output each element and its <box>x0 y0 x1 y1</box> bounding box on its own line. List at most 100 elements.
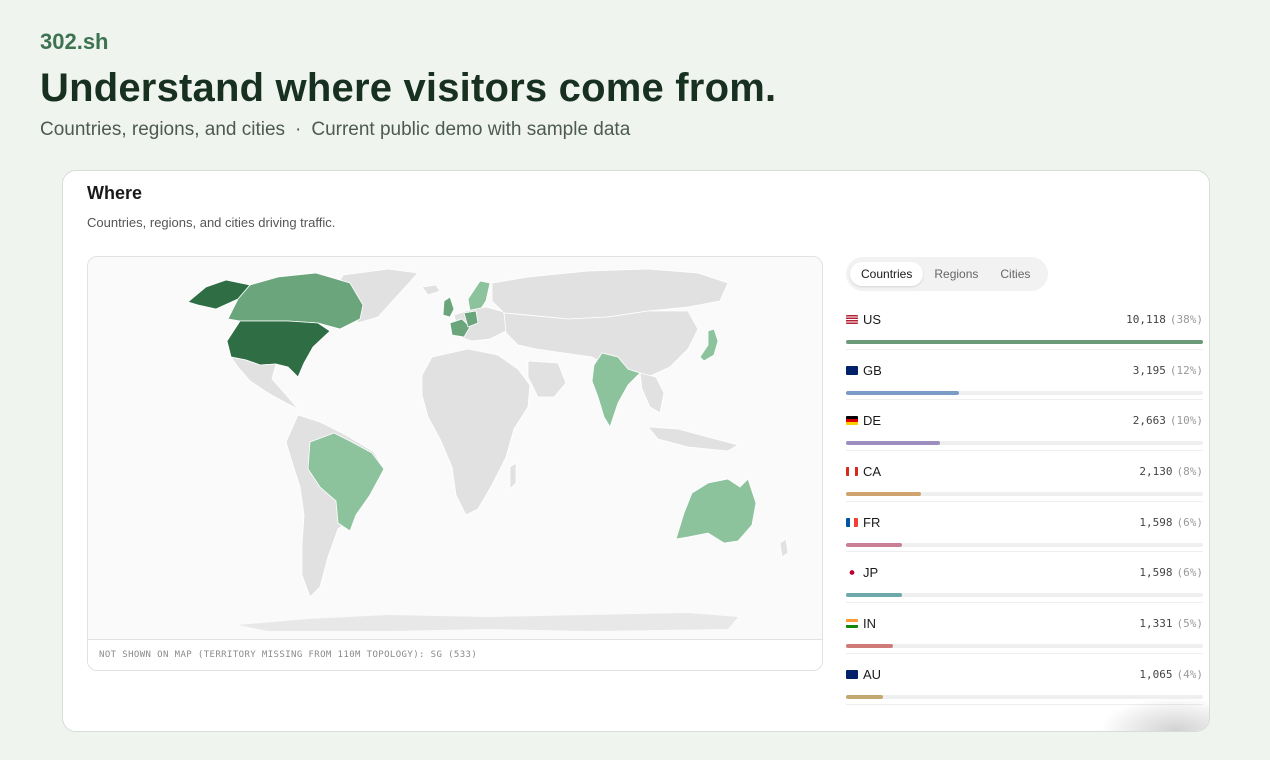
visit-percent: (12%) <box>1169 363 1203 377</box>
country-visits: 3,195 (12%) <box>1133 364 1203 377</box>
visit-percent: (5%) <box>1176 617 1204 631</box>
flag-de-icon <box>846 416 858 426</box>
country-label: JP <box>846 565 878 580</box>
share-bar-fill <box>846 390 959 395</box>
country-visits: 2,663 (10%) <box>1133 414 1203 427</box>
share-bar-track <box>846 492 1203 497</box>
flag-jp-icon <box>846 568 858 578</box>
share-bar-fill <box>846 593 903 598</box>
world-map: NOT SHOWN ON MAP (TERRITORY MISSING FROM… <box>87 256 823 671</box>
tab-countries[interactable]: Countries <box>850 262 924 286</box>
map-australia[interactable] <box>675 478 757 544</box>
share-bar-fill <box>846 644 894 649</box>
map-new-zealand[interactable] <box>779 538 789 558</box>
visit-count: 1,598 <box>1139 566 1173 580</box>
page-title: Understand where visitors come from. <box>40 66 777 110</box>
country-label: DE <box>846 413 881 428</box>
share-bar-track <box>846 340 1203 344</box>
share-bar-fill <box>846 694 884 699</box>
country-row[interactable]: US 10,118 (38%) <box>846 299 1203 350</box>
tab-cities[interactable]: Cities <box>989 262 1041 286</box>
page-subtitle: Countries, regions, and cities · Current p… <box>40 119 630 141</box>
location-tabs: Countries Regions Cities <box>846 257 1048 291</box>
country-row[interactable]: GB 3,195 (12%) <box>846 350 1203 401</box>
country-code: AU <box>863 666 882 682</box>
visit-percent: (10%) <box>1169 414 1203 428</box>
visit-count: 10,118 <box>1126 313 1166 326</box>
country-row[interactable]: CA 2,130 (8%) <box>846 451 1203 502</box>
country-code: CA <box>863 464 882 480</box>
card-description: Countries, regions, and cities driving t… <box>87 215 336 230</box>
share-bar-fill <box>846 441 940 446</box>
visit-count: 2,130 <box>1139 465 1173 479</box>
country-label: GB <box>846 363 882 378</box>
country-visits: 1,065 (4%) <box>1139 668 1203 681</box>
map-southeast-asia[interactable] <box>639 372 665 414</box>
country-row[interactable]: FR 1,598 (6%) <box>846 502 1203 553</box>
flag-fr-icon <box>846 517 858 527</box>
visit-count: 1,331 <box>1139 617 1173 631</box>
share-bar-track <box>846 644 1203 649</box>
visit-percent: (38%) <box>1169 313 1203 326</box>
map-madagascar[interactable] <box>509 462 517 490</box>
map-antarctica <box>238 613 738 631</box>
share-bar-fill <box>846 492 921 497</box>
tab-regions[interactable]: Regions <box>923 262 989 286</box>
country-visits: 1,598 (6%) <box>1139 566 1203 579</box>
country-label: US <box>846 312 881 327</box>
card-title: Where <box>87 183 143 203</box>
visit-count: 3,195 <box>1132 363 1166 377</box>
map-footnote: NOT SHOWN ON MAP (TERRITORY MISSING FROM… <box>88 639 822 670</box>
country-code: US <box>863 312 882 327</box>
flag-in-icon <box>846 619 858 629</box>
where-card: Where Countries, regions, and cities dri… <box>62 170 1210 732</box>
country-row[interactable]: IN 1,331 (5%) <box>846 603 1203 654</box>
country-visits: 2,130 (8%) <box>1139 465 1203 478</box>
share-bar-track <box>846 390 1203 395</box>
country-code: IN <box>863 616 876 632</box>
visit-percent: (8%) <box>1176 465 1204 479</box>
scroll-shadow <box>1099 697 1209 731</box>
visit-percent: (6%) <box>1176 566 1204 580</box>
world-map-svg <box>187 268 789 631</box>
map-united-kingdom[interactable] <box>442 296 455 318</box>
country-label: CA <box>846 464 881 479</box>
share-bar-fill <box>846 340 1203 344</box>
country-visits: 1,331 (5%) <box>1139 617 1203 630</box>
flag-us-icon <box>846 315 858 324</box>
visit-percent: (6%) <box>1176 515 1204 529</box>
country-label: AU <box>846 667 881 682</box>
share-bar-track <box>846 593 1203 598</box>
visit-count: 1,065 <box>1139 667 1173 681</box>
country-list: US 10,118 (38%) GB 3,195 (12%) DE 2,663 (10%) CA 2… <box>846 299 1203 705</box>
country-visits: 1,598 (6%) <box>1139 516 1203 529</box>
subtitle-left: Countries, regions, and cities <box>40 119 286 140</box>
country-code: DE <box>863 413 882 429</box>
map-iceland[interactable] <box>421 284 441 296</box>
flag-gb-icon <box>846 365 858 375</box>
map-japan[interactable] <box>699 328 719 362</box>
country-code: FR <box>863 514 881 530</box>
map-arabia[interactable] <box>527 360 567 398</box>
country-row[interactable]: DE 2,663 (10%) <box>846 400 1203 452</box>
country-code: JP <box>863 565 879 581</box>
visit-count: 2,663 <box>1132 414 1166 428</box>
flag-ca-icon <box>846 467 858 477</box>
visit-count: 1,598 <box>1139 515 1173 529</box>
subtitle-right: Current public demo with sample data <box>311 119 631 140</box>
map-russia[interactable] <box>491 268 729 320</box>
brand-logo[interactable]: 302.sh <box>40 29 109 55</box>
share-bar-track <box>846 441 1203 446</box>
share-bar-fill <box>846 542 903 547</box>
country-visits: 10,118 (38%) <box>1126 313 1203 326</box>
country-label: IN <box>846 616 876 631</box>
subtitle-separator: · <box>295 119 302 140</box>
map-africa[interactable] <box>421 348 531 516</box>
visit-percent: (4%) <box>1176 667 1204 681</box>
map-indonesia[interactable] <box>647 426 740 452</box>
country-label: FR <box>846 515 880 530</box>
flag-au-icon <box>846 669 858 679</box>
share-bar-track <box>846 542 1203 547</box>
country-code: GB <box>863 362 882 378</box>
country-row[interactable]: JP 1,598 (6%) <box>846 552 1203 604</box>
